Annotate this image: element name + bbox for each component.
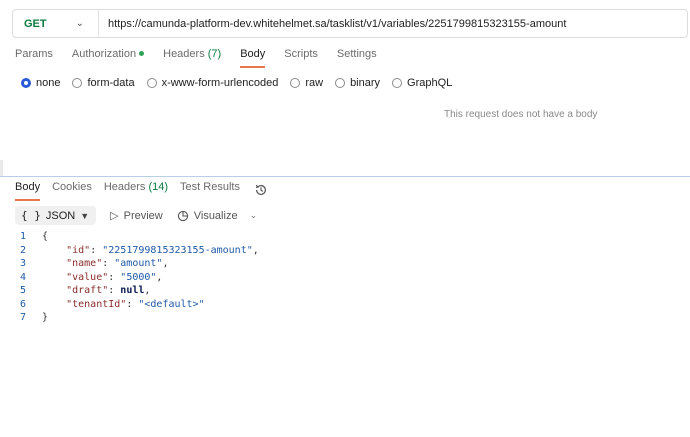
radio-label: raw [305,77,324,89]
radio-binary[interactable]: binary [335,77,380,89]
tab-label: Scripts [284,48,318,60]
no-body-message: This request does not have a body [444,109,598,120]
tab-test-results[interactable]: Test Results [180,181,240,199]
json-key: "value" [66,271,109,283]
json-key: "tenantId" [66,298,127,310]
json-key: "draft" [66,285,109,296]
radio-icon[interactable] [335,78,346,88]
radio-label: GraphQL [407,77,453,89]
json-value: "2251799815323155-amount" [102,244,253,256]
line-number: 7 [19,312,26,323]
method-label: GET [24,17,47,30]
tab-count: (14) [148,181,169,193]
radio-raw[interactable]: raw [290,77,323,89]
chevron-down-icon: ⌄ [75,18,84,29]
line-number: 2 [19,244,26,256]
json-value: "<default>" [138,298,205,310]
code-line: 4 "value": "5000", [0,271,259,285]
tab-cookies[interactable]: Cookies [52,181,92,199]
tab-response-body[interactable]: Body [15,181,41,201]
radio-label: binary [350,77,381,89]
code-text: { [42,231,49,242]
visualize-button[interactable]: Visualize ⌄ [177,210,257,222]
tab-authorization[interactable]: Authorization [71,48,145,66]
url-bar: GET ⌄ https://camunda-platform-dev.white… [12,9,688,38]
radio-form-data[interactable]: form-data [72,77,135,89]
radio-label: x-www-form-urlencoded [161,77,279,89]
code-text: } [42,312,49,323]
json-value: "5000" [120,271,157,283]
tab-scripts[interactable]: Scripts [284,48,318,66]
tab-body[interactable]: Body [240,48,266,68]
visualize-label: Visualize [193,209,238,222]
pane-resize-edge [0,160,3,176]
radio-label: form-data [87,77,135,89]
response-body-code[interactable]: 1{ 2 "id": "2251799815323155-amount", 3 … [0,230,259,325]
response-toolbar: { } JSON ▼ ▷ Preview Visualize ⌄ [15,206,257,225]
json-key: "id" [66,244,91,256]
chevron-down-icon: ▼ [80,210,90,221]
tab-label: Body [15,181,41,193]
visualize-icon [177,210,188,221]
body-type-options: none form-data x-www-form-urlencoded raw… [21,77,464,89]
pane-divider[interactable] [0,176,690,177]
code-line: 1{ [0,230,259,244]
tab-settings[interactable]: Settings [337,48,377,66]
line-number: 3 [19,258,26,269]
code-line: 3 "name": "amount", [0,257,259,271]
line-number: 4 [19,271,26,283]
tab-label: Cookies [52,181,92,193]
tab-headers[interactable]: Headers (7) [163,48,221,66]
format-label: JSON [45,209,76,222]
radio-icon[interactable] [392,78,403,88]
code-line: 2 "id": "2251799815323155-amount", [0,244,259,258]
radio-x-www-form-urlencoded[interactable]: x-www-form-urlencoded [146,77,279,89]
radio-graphql[interactable]: GraphQL [392,77,452,89]
code-line: 7} [0,311,259,325]
tab-label: Authorization [71,48,137,60]
history-icon[interactable] [254,183,268,197]
url-input[interactable]: https://camunda-platform-dev.whitehelmet… [99,18,566,30]
line-number: 1 [19,231,26,242]
radio-icon[interactable] [72,78,83,88]
method-selector[interactable]: GET ⌄ [13,10,99,37]
tab-label: Body [240,48,266,60]
line-number: 5 [19,285,26,296]
json-value: "amount" [114,258,163,269]
response-tabs: Body Cookies Headers (14) Test Results [15,181,268,201]
tab-label: Headers [163,48,205,60]
json-value: null [120,285,145,296]
radio-icon[interactable] [290,78,301,88]
tab-label: Settings [336,48,377,60]
radio-icon[interactable] [146,78,157,88]
status-dot-icon [139,50,145,56]
preview-button[interactable]: ▷ Preview [110,209,163,223]
radio-none[interactable]: none [21,77,60,89]
radio-label: none [36,77,61,89]
format-select[interactable]: { } JSON ▼ [15,206,97,225]
tab-count: (7) [207,48,222,60]
preview-label: Preview [123,209,163,222]
tab-label: Test Results [180,181,240,193]
play-icon: ▷ [110,210,119,222]
braces-icon: { } [21,209,41,222]
radio-selected-icon[interactable] [21,78,31,88]
tab-label: Headers [103,181,146,193]
tab-response-headers[interactable]: Headers (14) [104,181,168,199]
chevron-down-icon[interactable]: ⌄ [250,210,258,221]
json-key: "name" [66,258,103,269]
request-tabs: Params Authorization Headers (7) Body Sc… [15,48,396,68]
code-line: 5 "draft": null, [0,284,259,298]
line-number: 6 [19,298,26,310]
code-line: 6 "tenantId": "<default>" [0,298,259,312]
tab-label: Params [15,48,53,60]
tab-params[interactable]: Params [15,48,53,66]
